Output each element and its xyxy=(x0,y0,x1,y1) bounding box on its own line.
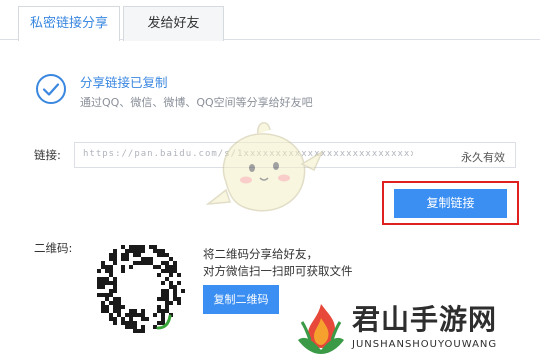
site-watermark: 君山手游网 JUNSHANSHOUYOUWANG xyxy=(292,296,540,360)
link-label: 链接: xyxy=(34,148,61,162)
qrcode-hint-line1: 将二维码分享给好友， xyxy=(203,247,318,261)
check-circle-icon xyxy=(36,74,66,104)
tab-private-link-share-label: 私密链接分享 xyxy=(29,16,108,31)
share-qrcode xyxy=(97,245,185,333)
copy-link-highlight: 复制链接 xyxy=(382,181,519,225)
watermark-title: 君山手游网 xyxy=(352,303,498,336)
success-subtitle: 通过QQ、微信、微博、QQ空间等分享给好友吧 xyxy=(80,96,313,109)
mascot-illustration xyxy=(205,122,324,212)
tab-send-to-friend[interactable]: 发给好友 xyxy=(123,6,224,41)
tab-private-link-share[interactable]: 私密链接分享 xyxy=(18,6,120,41)
copy-qrcode-button[interactable]: 复制二维码 xyxy=(203,285,279,314)
flame-logo-icon xyxy=(298,304,344,354)
copy-link-button[interactable]: 复制链接 xyxy=(394,189,507,218)
share-tab-bar: 私密链接分享 发给好友 xyxy=(0,0,540,41)
tab-send-to-friend-label: 发给好友 xyxy=(147,16,200,31)
watermark-subtitle: JUNSHANSHOUYOUWANG xyxy=(352,339,498,350)
qrcode-hint-line2: 对方微信扫一扫即可获取文件 xyxy=(203,264,353,278)
link-validity: 永久有效 xyxy=(461,151,505,164)
qrcode-label: 二维码: xyxy=(34,241,73,255)
success-title: 分享链接已复制 xyxy=(80,75,168,90)
